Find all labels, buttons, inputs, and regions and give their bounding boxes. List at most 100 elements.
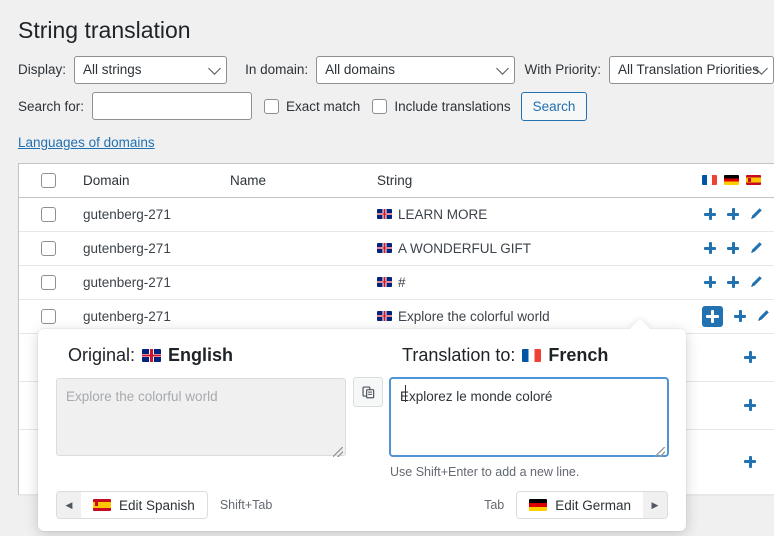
chevron-down-icon — [496, 62, 509, 75]
column-header-name: Name — [230, 173, 377, 188]
row-actions — [702, 454, 774, 470]
display-label: Display: — [18, 62, 66, 77]
cell-domain: gutenberg-271 — [83, 309, 230, 324]
original-label: Original: — [68, 345, 135, 366]
cell-domain: gutenberg-271 — [83, 241, 230, 256]
table-row[interactable]: gutenberg-271 LEARN MORE — [19, 198, 774, 232]
row-actions — [702, 274, 774, 290]
french-flag-icon — [522, 349, 541, 362]
copy-original-button[interactable] — [353, 377, 383, 407]
translation-label: Translation to: — [402, 345, 515, 366]
exact-match-checkbox[interactable] — [264, 99, 279, 114]
include-translations-checkbox[interactable] — [372, 99, 387, 114]
display-select[interactable]: All strings — [74, 56, 227, 84]
add-translation-icon[interactable] — [742, 397, 758, 413]
edit-spanish-translation-icon[interactable] — [748, 274, 764, 290]
spanish-flag-icon — [746, 175, 761, 185]
cell-string-text: A WONDERFUL GIFT — [398, 241, 531, 256]
domain-select-value: All domains — [325, 62, 395, 77]
translation-language: French — [548, 345, 608, 366]
search-input[interactable] — [92, 92, 252, 120]
translation-editor-popup: Original: English Translation t — [38, 329, 686, 531]
table-row[interactable]: gutenberg-271 A WONDERFUL GIFT — [19, 232, 774, 266]
uk-flag-icon — [377, 243, 392, 253]
uk-flag-icon — [377, 311, 392, 321]
row-select-cell — [41, 309, 83, 324]
cell-string: LEARN MORE — [377, 207, 702, 222]
add-german-translation-icon[interactable] — [725, 206, 741, 222]
cell-domain: gutenberg-271 — [83, 207, 230, 222]
add-translation-icon[interactable] — [742, 454, 758, 470]
add-french-translation-icon[interactable] — [702, 206, 718, 222]
chevron-left-icon: ◀ — [57, 492, 81, 518]
next-shortcut-hint: Tab — [484, 498, 504, 512]
row-checkbox[interactable] — [41, 207, 56, 222]
uk-flag-icon — [377, 209, 392, 219]
filter-row-search: Search for: Exact match Include translat… — [18, 92, 774, 121]
copy-icon — [361, 385, 376, 400]
edit-spanish-translation-icon[interactable] — [755, 308, 771, 324]
cell-string: # — [377, 275, 702, 290]
add-german-translation-icon[interactable] — [732, 308, 748, 324]
column-header-domain: Domain — [83, 173, 230, 188]
translation-textarea[interactable] — [390, 378, 668, 456]
edit-spanish-label: Edit Spanish — [119, 498, 195, 513]
edit-german-button[interactable]: Edit German ▶ — [516, 491, 668, 519]
row-actions — [702, 306, 774, 327]
search-button[interactable]: Search — [521, 92, 588, 121]
include-translations-label: Include translations — [394, 99, 510, 114]
translation-hint: Use Shift+Enter to add a new line. — [390, 465, 668, 479]
row-select-cell — [41, 241, 83, 256]
row-actions — [702, 349, 774, 365]
text-cursor — [405, 385, 406, 402]
display-select-value: All strings — [83, 62, 142, 77]
domain-label: In domain: — [245, 62, 308, 77]
priority-label: With Priority: — [524, 62, 601, 77]
uk-flag-icon — [377, 277, 392, 287]
cell-domain: gutenberg-271 — [83, 275, 230, 290]
select-all-cell — [41, 173, 83, 188]
filter-bar: Display: All strings In domain: All doma… — [0, 56, 774, 121]
german-flag-icon — [724, 175, 739, 185]
row-select-cell — [41, 207, 83, 222]
column-header-string: String — [377, 173, 412, 188]
page-title: String translation — [0, 0, 774, 56]
select-all-checkbox[interactable] — [41, 173, 56, 188]
original-textarea[interactable] — [56, 378, 346, 456]
chevron-right-icon: ▶ — [643, 492, 667, 518]
row-checkbox[interactable] — [41, 309, 56, 324]
prev-shortcut-hint: Shift+Tab — [220, 498, 272, 512]
priority-select[interactable]: All Translation Priorities — [609, 56, 774, 84]
row-checkbox[interactable] — [41, 241, 56, 256]
exact-match-label: Exact match — [286, 99, 360, 114]
edit-spanish-translation-icon[interactable] — [748, 206, 764, 222]
cell-string-text: LEARN MORE — [398, 207, 487, 222]
row-actions — [702, 206, 774, 222]
table-row[interactable]: gutenberg-271 # — [19, 266, 774, 300]
add-french-translation-icon[interactable] — [702, 240, 718, 256]
search-label: Search for: — [18, 99, 84, 114]
edit-spanish-translation-icon[interactable] — [748, 240, 764, 256]
cell-string-text: # — [398, 275, 406, 290]
cell-string: Explore the colorful world — [377, 309, 705, 324]
row-checkbox[interactable] — [41, 275, 56, 290]
cell-string-text: Explore the colorful world — [398, 309, 550, 324]
row-actions — [702, 397, 774, 413]
filter-row-selects: Display: All strings In domain: All doma… — [18, 56, 774, 84]
languages-of-domains-link[interactable]: Languages of domains — [18, 135, 155, 150]
french-flag-icon — [702, 175, 717, 185]
add-german-translation-icon[interactable] — [725, 274, 741, 290]
domain-select[interactable]: All domains — [316, 56, 515, 84]
add-french-translation-icon[interactable] — [702, 274, 718, 290]
german-flag-icon — [529, 499, 547, 511]
table-header-row: Domain Name String — [19, 164, 774, 198]
uk-flag-icon — [142, 349, 161, 362]
edit-spanish-button[interactable]: ◀ Edit Spanish — [56, 491, 208, 519]
add-translation-icon[interactable] — [742, 349, 758, 365]
add-french-translation-icon-active[interactable] — [702, 306, 723, 327]
original-language: English — [168, 345, 233, 366]
add-german-translation-icon[interactable] — [725, 240, 741, 256]
original-heading: Original: English — [68, 345, 346, 366]
row-actions — [702, 240, 774, 256]
row-select-cell — [41, 275, 83, 290]
